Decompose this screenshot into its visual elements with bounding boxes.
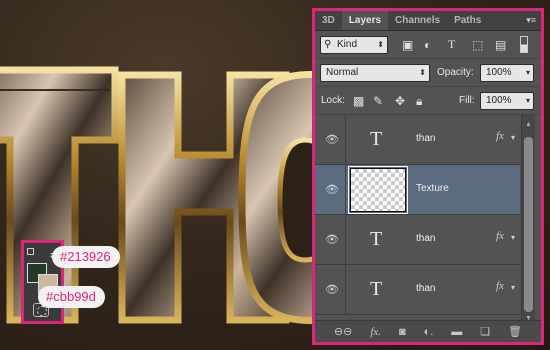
eye-icon: 👁︎ [325,134,339,146]
adjustment-icon[interactable]: ◐. [424,325,434,339]
filter-row: ⚲ Kind ⬍ ▣ ◐ T ⬚ ▤ [315,31,541,59]
tab-channels[interactable]: Channels [388,11,447,30]
layer-name[interactable]: Texture [416,182,449,196]
lock-label: Lock: [321,95,345,106]
scroll-up-icon[interactable]: ▲ [525,121,532,128]
layer-row[interactable]: 👁︎ T than fx ▾ [315,215,520,265]
fx-icon[interactable]: fx [496,130,504,142]
eye-icon: 👁︎ [325,234,339,246]
lock-all-icon[interactable]: 🔒︎ [416,94,422,108]
link-icon[interactable]: ⊖⊖ [334,325,352,339]
lock-row: Lock: ▩ ✎ ✥ 🔒︎ Fill: 100% ▾ [315,87,541,115]
panel-tabs: 3D Layers Channels Paths ▾≡ [315,11,541,31]
background-color-label: #cbb99d [38,286,105,308]
opacity-label: Opacity: [437,67,474,78]
lock-position-icon[interactable]: ✥ [395,94,405,108]
smart-object-icon[interactable]: ▤ [495,38,506,52]
layer-thumbnail [348,166,408,214]
layer-name[interactable]: than [416,282,435,296]
mask-icon[interactable]: ◙ [399,325,406,339]
layer-row[interactable]: 👁︎ T than fx ▾ [315,115,520,165]
tab-layers[interactable]: Layers [341,11,389,30]
visibility-toggle[interactable]: 👁︎ [315,215,346,265]
layers-panel: 3D Layers Channels Paths ▾≡ ⚲ Kind ⬍ ▣ ◐… [312,8,544,345]
search-icon: ⚲ [324,39,332,50]
filter-toggle-icon[interactable] [520,36,528,53]
layer-row[interactable]: 👁︎ T than fx ▾ [315,265,520,315]
type-layer-thumbnail-icon: T [370,278,383,300]
folder-icon[interactable]: ▬ [451,325,462,339]
chevron-updown-icon: ⬍ [377,40,384,49]
layer-filter-value: Kind [337,39,358,50]
fill-value: 100% [486,95,512,106]
opacity-value: 100% [486,67,512,78]
opacity-field[interactable]: 100% ▾ [480,64,534,82]
fill-label: Fill: [459,95,475,106]
layers-list: 👁︎ T than fx ▾ 👁︎ Texture 👁︎ T than fx ▾… [315,115,541,326]
eye-icon: 👁︎ [325,184,339,196]
visibility-toggle[interactable]: 👁︎ [315,165,346,215]
visibility-toggle[interactable]: 👁︎ [315,115,346,165]
tab-3d[interactable]: 3D [315,11,342,30]
foreground-color-label: #213926 [52,246,120,268]
visibility-toggle[interactable]: 👁︎ [315,265,346,315]
fx-icon[interactable]: fx [496,230,504,242]
blend-mode-select[interactable]: Normal ⬍ [320,64,430,82]
layers-footer: ⊖⊖ fx. ◙ ◐. ▬ ❏ 🗑︎ [315,320,541,342]
expand-effects-icon[interactable]: ▾ [511,283,515,292]
type-layer-thumbnail-icon: T [370,128,383,150]
layer-filter-select[interactable]: ⚲ Kind ⬍ [320,36,388,54]
default-colors-icon[interactable] [27,248,34,255]
blend-row: Normal ⬍ Opacity: 100% ▾ [315,59,541,87]
fill-field[interactable]: 100% ▾ [480,92,534,110]
new-layer-icon[interactable]: ❏ [480,325,490,339]
fx-icon[interactable]: fx. [370,325,381,339]
pixel-layer-icon[interactable]: ▣ [402,38,413,52]
expand-effects-icon[interactable]: ▾ [511,133,515,142]
layer-row[interactable]: 👁︎ Texture [315,165,520,215]
chevron-updown-icon: ⬍ [419,68,426,77]
layer-name[interactable]: than [416,232,435,246]
fx-icon[interactable]: fx [496,280,504,292]
adjustment-layer-icon[interactable]: ◐ [424,38,431,52]
shape-layer-icon[interactable]: ⬚ [472,38,483,52]
blend-mode-value: Normal [326,67,359,78]
tab-paths[interactable]: Paths [447,11,488,30]
trash-icon[interactable]: 🗑︎ [508,325,522,339]
scrollbar-thumb[interactable] [524,137,533,312]
lock-image-icon[interactable]: ✎ [373,94,383,108]
layer-name[interactable]: than [416,132,435,146]
type-layer-thumbnail-icon: T [370,228,383,250]
eye-icon: 👁︎ [325,284,339,296]
type-layer-icon[interactable]: T [448,37,455,51]
panel-menu-icon[interactable]: ▾≡ [526,15,536,25]
expand-effects-icon[interactable]: ▾ [511,233,515,242]
lock-transparent-icon[interactable]: ▩ [353,94,364,108]
chevron-down-icon[interactable]: ▾ [526,93,530,109]
layers-scrollbar[interactable]: ▲ ▼ [521,115,535,326]
chevron-down-icon[interactable]: ▾ [526,65,530,81]
